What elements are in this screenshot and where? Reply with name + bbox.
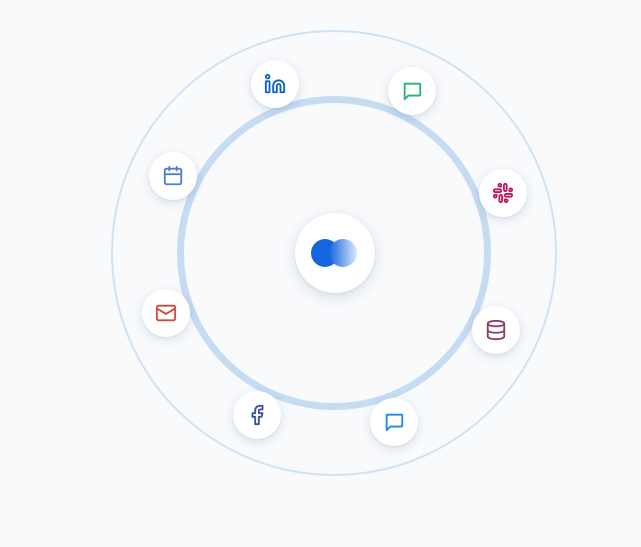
mail-node[interactable] <box>142 289 190 337</box>
chat-node-green[interactable] <box>388 67 436 115</box>
facebook-icon <box>251 404 264 426</box>
mail-icon <box>155 304 177 322</box>
facebook-node[interactable] <box>233 391 281 439</box>
database-icon <box>486 319 506 341</box>
chat-node-blue[interactable] <box>370 398 418 446</box>
integration-diagram <box>0 0 641 547</box>
calendar-node[interactable] <box>149 152 197 200</box>
hub-node[interactable] <box>295 213 375 293</box>
slack-icon <box>492 182 514 204</box>
database-node[interactable] <box>472 306 520 354</box>
chat-bubble-icon <box>385 413 404 432</box>
chat-bubble-icon <box>403 82 422 101</box>
linkedin-node[interactable] <box>251 60 299 108</box>
app-logo-icon <box>311 239 357 267</box>
slack-node[interactable] <box>479 169 527 217</box>
calendar-icon <box>163 165 183 186</box>
linkedin-icon <box>264 73 286 94</box>
